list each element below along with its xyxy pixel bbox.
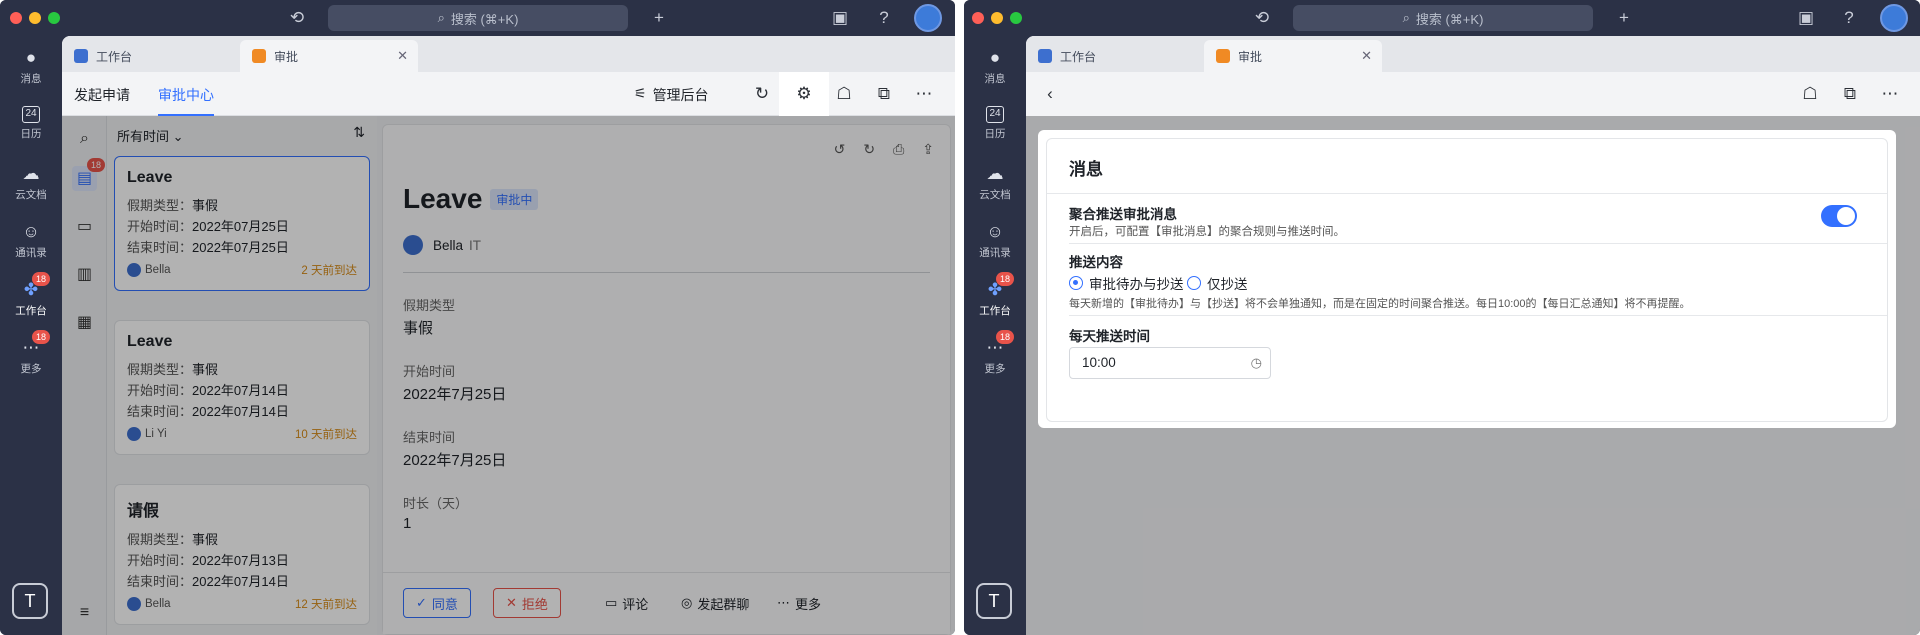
radio-cc-only[interactable]: 仅抄送 [1187, 273, 1248, 293]
chat-bubble-icon: ● [25, 48, 37, 67]
refresh-icon[interactable]: ↻ [750, 82, 774, 106]
toolbar: 发起申请 审批中心 ⚟ 管理后台 ↻ ⚙ ☖ ⧉ ⋯ [62, 72, 955, 116]
close-window-button[interactable] [972, 12, 984, 24]
screen-icon[interactable]: ▣ [1794, 6, 1818, 30]
clock-icon: ◷ [1250, 355, 1262, 370]
push-content-desc: 每天新增的【审批待办】与【抄送】将不会单独通知，而是在固定的时间聚合推送。每日1… [1069, 298, 1691, 310]
admin-button[interactable]: ⚟ 管理后台 [634, 85, 709, 105]
tab-approval[interactable]: 审批 ✕ [240, 40, 418, 72]
search-input[interactable]: ⌕ 搜索 (⌘+K) [328, 5, 628, 31]
minimize-window-button[interactable] [991, 12, 1003, 24]
modal-mask [62, 116, 955, 635]
close-window-button[interactable] [10, 12, 22, 24]
history-icon[interactable]: ⟲ [285, 6, 309, 30]
nav-docs[interactable]: ☁ 云文档 [0, 164, 62, 202]
nav-more[interactable]: ⋯ 更多 18 [0, 330, 62, 376]
aggregate-toggle[interactable] [1821, 205, 1857, 227]
close-icon[interactable]: ✕ [397, 48, 408, 64]
approval-tab-icon [252, 49, 266, 63]
help-icon[interactable]: ? [1837, 6, 1861, 30]
tenant-logo[interactable]: T [976, 583, 1012, 619]
tab-strip: 工作台 审批 ✕ [62, 36, 955, 72]
avatar[interactable] [1880, 4, 1908, 32]
nav-badge: 18 [996, 272, 1015, 286]
search-input[interactable]: ⌕ 搜索 (⌘+K) [1293, 5, 1593, 31]
approval-tab-icon [1216, 49, 1230, 63]
right-app-window: ⟲ ⌕ 搜索 (⌘+K) + ▣ ? ● 消息 24 日历 ☁ 云文档 ☺ 通讯录 ✤ 工… [964, 0, 1920, 635]
push-content-title: 推送内容 [1069, 255, 1123, 270]
left-app-window: ⟲ ⌕ 搜索 (⌘+K) + ▣ ? ● 消息 24 日历 ☁ 云文档 ☺ 通讯录 ✤ 工… [0, 0, 955, 635]
screen-icon[interactable]: ▣ [828, 6, 852, 30]
add-icon[interactable]: + [1612, 6, 1636, 30]
window-icon[interactable]: ⧉ [872, 82, 896, 106]
tab-approval[interactable]: 审批 ✕ [1204, 40, 1382, 72]
search-icon: ⌕ [1402, 10, 1410, 25]
workarea: 工作台 审批 ✕ ‹ ☖ ⧉ ⋯ 消息 聚合推送审批消息 开启后，可配置【审批消息… [1026, 36, 1920, 635]
calendar-icon: 24 [22, 106, 40, 123]
back-arrow-icon[interactable]: ‹ [1038, 82, 1062, 106]
calendar-icon: 24 [986, 106, 1004, 123]
title-bar: ⟲ ⌕ 搜索 (⌘+K) + ▣ ? [964, 0, 1920, 36]
tab-approval-center[interactable]: 审批中心 [158, 85, 214, 116]
nav-workplace[interactable]: ✤ 工作台 18 [964, 272, 1026, 318]
tab-workplace[interactable]: 工作台 [62, 40, 240, 72]
minimize-window-button[interactable] [29, 12, 41, 24]
aggregate-title: 聚合推送审批消息 [1069, 207, 1177, 222]
message-settings-panel: 消息 聚合推送审批消息 开启后，可配置【审批消息】的聚合规则与推送时间。 推送内… [1038, 130, 1896, 428]
help-icon[interactable]: ? [872, 6, 896, 30]
search-icon: ⌕ [437, 10, 445, 25]
nav-badge: 18 [32, 330, 51, 344]
nav-contacts[interactable]: ☺ 通讯录 [0, 222, 62, 260]
cloud-doc-icon: ☁ [986, 164, 1004, 183]
workplace-tab-icon [1038, 49, 1052, 63]
settings-gear-icon[interactable]: ⚙ [792, 82, 816, 106]
close-icon[interactable]: ✕ [1361, 48, 1372, 64]
contacts-icon: ☺ [22, 222, 40, 241]
tab-strip: 工作台 审批 ✕ [1026, 36, 1920, 72]
nav-calendar[interactable]: 24 日历 [0, 106, 62, 141]
nav-docs[interactable]: ☁ 云文档 [964, 164, 1026, 202]
tab-workplace[interactable]: 工作台 [1026, 40, 1204, 72]
zoom-window-button[interactable] [1010, 12, 1022, 24]
bot-icon[interactable]: ☖ [832, 82, 856, 106]
nav-badge: 18 [996, 330, 1015, 344]
tab-submit[interactable]: 发起申请 [74, 85, 130, 105]
panel-heading: 消息 [1069, 160, 1103, 179]
radio-todo-and-cc[interactable]: 审批待办与抄送 [1069, 273, 1184, 293]
workplace-tab-icon [74, 49, 88, 63]
cloud-doc-icon: ☁ [22, 164, 40, 183]
nav-messages[interactable]: ● 消息 [964, 48, 1026, 86]
zoom-window-button[interactable] [48, 12, 60, 24]
tenant-logo[interactable]: T [12, 583, 48, 619]
nav-more[interactable]: ⋯ 更多 18 [964, 330, 1026, 376]
add-icon[interactable]: + [647, 6, 671, 30]
more-icon[interactable]: ⋯ [1878, 82, 1902, 106]
aggregate-desc: 开启后，可配置【审批消息】的聚合规则与推送时间。 [1069, 226, 1345, 238]
push-time-title: 每天推送时间 [1069, 329, 1150, 344]
more-icon[interactable]: ⋯ [912, 82, 936, 106]
title-bar: ⟲ ⌕ 搜索 (⌘+K) + ▣ ? [0, 0, 955, 36]
nav-messages[interactable]: ● 消息 [0, 48, 62, 86]
history-icon[interactable]: ⟲ [1250, 6, 1274, 30]
contacts-icon: ☺ [986, 222, 1004, 241]
nav-workplace[interactable]: ✤ 工作台 18 [0, 272, 62, 318]
window-icon[interactable]: ⧉ [1838, 82, 1862, 106]
left-nav: ● 消息 24 日历 ☁ 云文档 ☺ 通讯录 ✤ 工作台 18 ⋯ 更多 18 T [0, 36, 62, 635]
chat-bubble-icon: ● [989, 48, 1001, 67]
nav-contacts[interactable]: ☺ 通讯录 [964, 222, 1026, 260]
bot-icon[interactable]: ☖ [1798, 82, 1822, 106]
workarea: 工作台 审批 ✕ 发起申请 审批中心 ⚟ 管理后台 ↻ ⚙ ☖ ⧉ ⋯ ⌕ ▤ 18… [62, 36, 955, 635]
nav-calendar[interactable]: 24 日历 [964, 106, 1026, 141]
left-nav: ● 消息 24 日历 ☁ 云文档 ☺ 通讯录 ✤ 工作台 18 ⋯ 更多 18 T [964, 36, 1026, 635]
nav-badge: 18 [32, 272, 51, 286]
sliders-icon: ⚟ [634, 85, 647, 101]
avatar[interactable] [914, 4, 942, 32]
push-time-input[interactable]: 10:00 ◷ [1069, 347, 1271, 379]
